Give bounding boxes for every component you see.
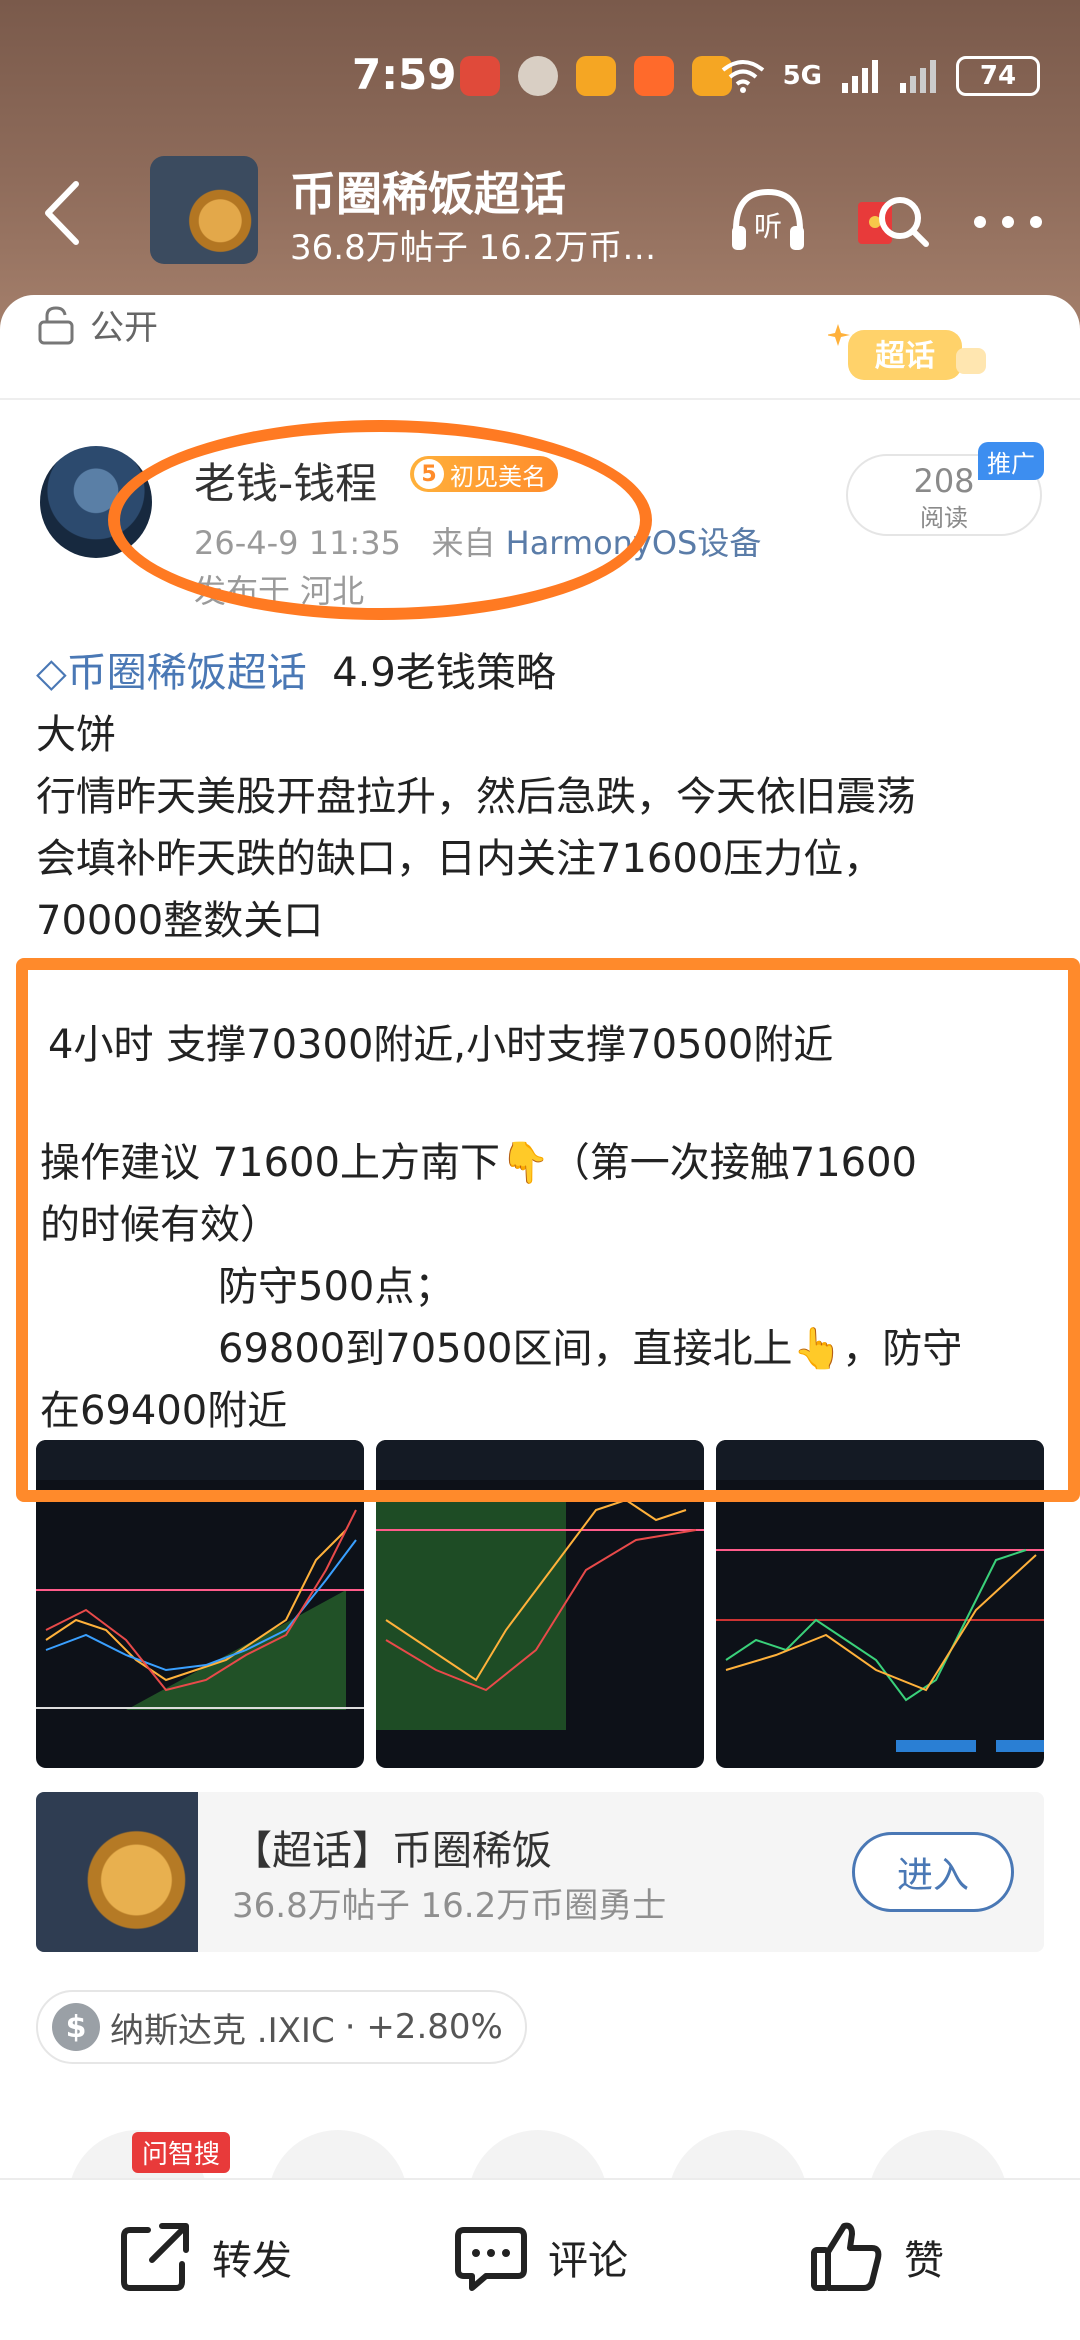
page-subtitle: 36.8万帖子 16.2万币…	[290, 228, 657, 268]
weibo-icon	[576, 56, 616, 96]
orange-circle-highlight	[108, 420, 652, 620]
post-line: 70000整数关口	[36, 898, 324, 944]
stock-change: · +2.80%	[344, 2007, 503, 2047]
bottom-action-bar: 转发 评论 赞	[0, 2178, 1080, 2340]
back-arrow-icon[interactable]	[40, 178, 84, 248]
enter-button[interactable]: 进入	[852, 1832, 1014, 1912]
comment-button[interactable]: 评论	[452, 2218, 628, 2296]
more-icon[interactable]	[966, 180, 1050, 264]
supertopic-cover-image	[36, 1792, 198, 1952]
promote-tag[interactable]: 推广	[978, 442, 1044, 480]
repost-label: 转发	[212, 2238, 292, 2284]
listen-icon[interactable]: 听	[726, 180, 810, 264]
chaohua-badge[interactable]: 超话	[828, 318, 986, 388]
supertopic-stats: 36.8万帖子 16.2万币圈勇士	[232, 1886, 667, 1926]
comment-label: 评论	[548, 2238, 628, 2284]
signal-weak-icon	[900, 60, 936, 93]
ask-ai-tag[interactable]: 问智搜	[132, 2132, 231, 2173]
video-app-icon	[634, 56, 674, 96]
visibility-label: 公开	[90, 308, 158, 348]
post-line: 大饼	[36, 712, 116, 758]
status-time: 7:59	[352, 50, 457, 99]
like-button[interactable]: 赞	[808, 2218, 944, 2296]
unlock-icon	[38, 305, 74, 344]
diamond-icon: ◇	[36, 650, 67, 696]
wifi-icon	[721, 60, 764, 93]
dollar-icon: $	[52, 2003, 100, 2051]
view-count-label: 阅读	[920, 504, 968, 532]
signal-icon	[842, 60, 878, 93]
status-bar: 7:59 5G 74	[0, 40, 1080, 120]
divider	[0, 398, 1080, 400]
huawei-app-icon	[460, 56, 500, 96]
topic-line: ◇币圈稀饭超话 4.9老钱策略	[36, 640, 556, 698]
post-line: 会填补昨天跌的缺口，日内关注71600压力位，	[36, 836, 884, 882]
thumbs-up-icon	[811, 2222, 882, 2291]
stock-chip[interactable]: $ 纳斯达克 .IXIC · +2.80%	[36, 1990, 527, 2064]
battery-indicator: 74	[956, 56, 1040, 96]
header: 7:59 5G 74 币圈稀饭超话 36.8万帖子 16.2万币… 听	[0, 0, 1080, 330]
status-right: 5G 74	[721, 56, 1040, 96]
post-line: 行情昨天美股开盘拉升，然后急跌，今天依旧震荡	[36, 774, 916, 820]
repost-button[interactable]: 转发	[116, 2218, 292, 2296]
topic-link[interactable]: ◇币圈稀饭超话	[36, 650, 307, 696]
avatar-notification-icon	[518, 56, 558, 96]
group-avatar[interactable]	[150, 156, 258, 264]
page-title[interactable]: 币圈稀饭超话	[290, 158, 566, 224]
share-icon	[121, 2223, 189, 2291]
supertopic-card[interactable]: 【超话】币圈稀饭 36.8万帖子 16.2万币圈勇士 进入	[36, 1792, 1044, 1952]
visibility-row: 公开	[36, 300, 158, 349]
chaohua-badge-text: 超话	[875, 339, 935, 374]
notification-icons	[460, 56, 732, 96]
stock-name: 纳斯达克 .IXIC	[110, 2010, 335, 2051]
comment-icon	[455, 2227, 527, 2291]
network-type: 5G	[782, 61, 822, 91]
post-title: 4.9老钱策略	[332, 650, 556, 696]
orange-box-highlight	[16, 958, 1080, 1502]
svg-text:听: 听	[754, 210, 782, 243]
like-label: 赞	[904, 2238, 944, 2284]
supertopic-title: 【超话】币圈稀饭	[232, 1828, 552, 1874]
red-packet-search-icon[interactable]	[850, 180, 934, 264]
